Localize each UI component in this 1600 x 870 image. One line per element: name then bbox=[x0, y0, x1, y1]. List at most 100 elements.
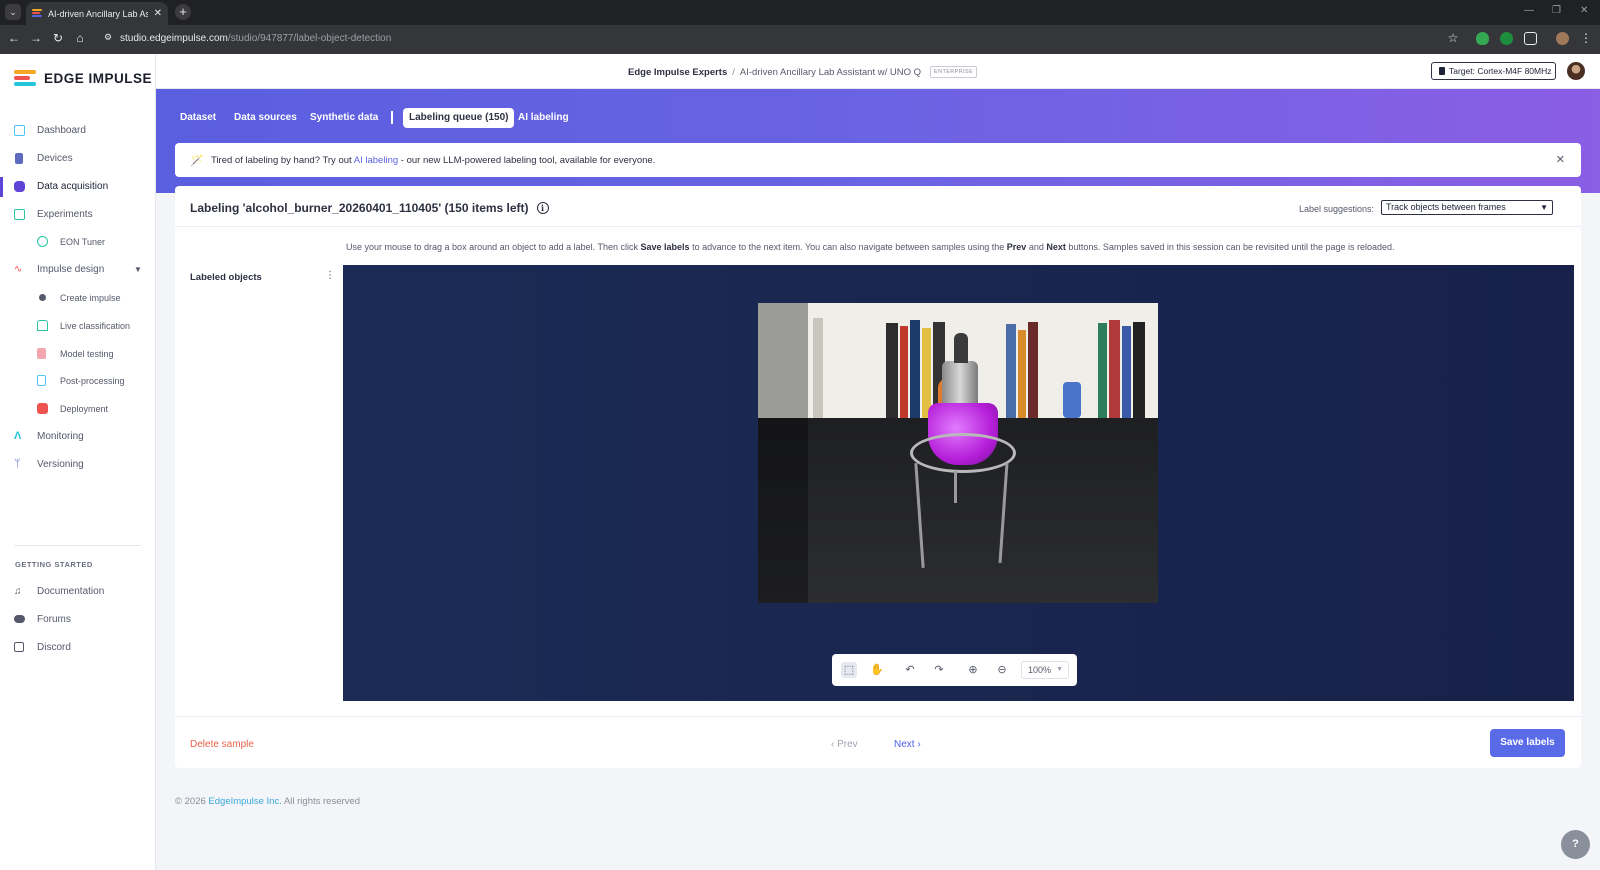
sidebar-item-label: Impulse design bbox=[37, 264, 105, 275]
zoom-level-value: 100% bbox=[1028, 665, 1052, 675]
sidebar-item-monitoring[interactable]: Λ Monitoring bbox=[0, 427, 155, 447]
instructions-save: Save labels bbox=[640, 242, 690, 252]
breadcrumb: Edge Impulse Experts / AI-driven Ancilla… bbox=[628, 66, 978, 78]
bookmark-star-icon[interactable]: ☆ bbox=[1445, 31, 1461, 45]
home-icon[interactable]: ⌂ bbox=[72, 31, 88, 45]
more-options-icon[interactable]: ⋮ bbox=[325, 270, 335, 281]
sidebar-item-data-acquisition[interactable]: Data acquisition bbox=[0, 177, 155, 197]
address-bar[interactable]: studio.edgeimpulse.com/studio/947877/lab… bbox=[120, 33, 391, 44]
breadcrumb-org[interactable]: Edge Impulse Experts bbox=[628, 67, 727, 78]
footer-company-link[interactable]: EdgeImpulse Inc. bbox=[208, 796, 281, 807]
target-device-button[interactable]: Target: Cortex-M4F 80MHz bbox=[1431, 62, 1556, 80]
sidebar-item-model-testing[interactable]: Model testing bbox=[0, 344, 155, 364]
sidebar-item-label: Model testing bbox=[60, 349, 114, 359]
chevron-down-icon[interactable]: ▼ bbox=[134, 265, 142, 274]
sidebar-item-label: Devices bbox=[37, 153, 73, 164]
monitoring-icon: Λ bbox=[14, 430, 22, 442]
labeling-title-text: Labeling 'alcohol_burner_20260401_110405… bbox=[190, 201, 529, 215]
site-info-icon[interactable]: ⚙ bbox=[104, 32, 116, 44]
sidebar-item-label: Live classification bbox=[60, 321, 131, 331]
sidebar-item-experiments[interactable]: Experiments bbox=[0, 205, 155, 225]
forward-icon[interactable]: → bbox=[28, 31, 44, 45]
sample-image[interactable] bbox=[758, 303, 1158, 603]
new-tab-button[interactable]: + bbox=[175, 4, 191, 20]
prev-button[interactable]: ‹ Prev bbox=[831, 739, 858, 750]
close-window-icon[interactable]: ✕ bbox=[1580, 5, 1588, 16]
help-button[interactable]: ? bbox=[1561, 830, 1590, 859]
sidebar-item-label: Versioning bbox=[37, 459, 84, 470]
sidebar-item-create-impulse[interactable]: Create impulse bbox=[0, 288, 155, 308]
sidebar-item-versioning[interactable]: ᛘ Versioning bbox=[0, 455, 155, 475]
zoom-out-icon[interactable]: ⊖ bbox=[994, 662, 1010, 678]
labeling-canvas[interactable]: ⬚ ✋ ↶ ↷ ⊕ ⊖ 100% ▼ bbox=[343, 265, 1574, 701]
labeled-objects-heading: Labeled objects bbox=[190, 272, 262, 283]
close-banner-icon[interactable]: ✕ bbox=[1556, 153, 1565, 166]
tab-ai-labeling[interactable]: AI labeling bbox=[518, 108, 569, 128]
sidebar-link-discord[interactable]: Discord bbox=[0, 638, 155, 658]
magic-wand-icon: 🪄 bbox=[190, 155, 204, 167]
tuner-icon bbox=[37, 236, 48, 247]
edge-impulse-logo[interactable]: EDGE IMPULSE bbox=[14, 70, 152, 86]
breadcrumb-project[interactable]: AI-driven Ancillary Lab Assistant w/ UNO… bbox=[740, 67, 921, 78]
burner-wick bbox=[954, 333, 968, 363]
extensions-puzzle-icon[interactable] bbox=[1524, 32, 1537, 45]
sidebar-link-forums[interactable]: Forums bbox=[0, 610, 155, 630]
tab-data-sources[interactable]: Data sources bbox=[234, 108, 297, 128]
ai-labeling-banner: 🪄 Tired of labeling by hand? Try out AI … bbox=[175, 143, 1581, 177]
browser-tab[interactable]: AI-driven Ancillary Lab Assistant ✕ bbox=[26, 2, 168, 25]
edge-impulse-logo-icon bbox=[14, 70, 36, 86]
reload-icon[interactable]: ↻ bbox=[50, 31, 66, 45]
tab-dataset[interactable]: Dataset bbox=[180, 108, 216, 128]
discord-icon bbox=[14, 642, 24, 652]
save-labels-button[interactable]: Save labels bbox=[1490, 729, 1565, 757]
sidebar-item-dashboard[interactable]: Dashboard bbox=[0, 121, 155, 141]
draw-box-tool-icon[interactable]: ⬚ bbox=[841, 662, 857, 678]
undo-icon[interactable]: ↶ bbox=[902, 662, 918, 678]
labeling-instructions: Use your mouse to drag a box around an o… bbox=[346, 242, 1395, 252]
extension-shield-icon[interactable] bbox=[1476, 32, 1489, 45]
info-icon[interactable]: i bbox=[536, 202, 549, 214]
profile-avatar-icon[interactable] bbox=[1556, 32, 1569, 45]
tab-labeling-queue[interactable]: Labeling queue (150) bbox=[403, 108, 515, 128]
edge-impulse-favicon-icon bbox=[32, 8, 42, 19]
banner-text-after: - our new LLM-powered labeling tool, ava… bbox=[398, 155, 656, 166]
logo-text: EDGE IMPULSE bbox=[44, 70, 153, 86]
sidebar-item-live-classification[interactable]: Live classification bbox=[0, 316, 155, 336]
ai-labeling-link[interactable]: AI labeling bbox=[354, 155, 398, 166]
redo-icon[interactable]: ↷ bbox=[931, 662, 947, 678]
sidebar-item-devices[interactable]: Devices bbox=[0, 149, 155, 169]
back-icon[interactable]: ← bbox=[6, 31, 22, 45]
instructions-prev: Prev bbox=[1006, 242, 1027, 252]
restore-icon[interactable]: ❐ bbox=[1552, 5, 1561, 16]
next-button[interactable]: Next › bbox=[894, 739, 921, 750]
sidebar-item-eon-tuner[interactable]: EON Tuner bbox=[0, 232, 155, 252]
sidebar-item-label: Deployment bbox=[60, 404, 109, 414]
enterprise-badge: ENTERPRISE bbox=[930, 66, 978, 78]
user-avatar[interactable] bbox=[1567, 62, 1585, 80]
header-band: Dataset Data sources Synthetic data Labe… bbox=[156, 89, 1600, 193]
label-suggestions-select[interactable]: Track objects between frames ▼ bbox=[1381, 200, 1553, 215]
browser-toolbar: ← → ↻ ⌂ ⚙ studio.edgeimpulse.com/studio/… bbox=[0, 25, 1600, 54]
browser-menu-icon[interactable]: ⋮ bbox=[1578, 31, 1594, 45]
close-tab-icon[interactable]: ✕ bbox=[154, 8, 162, 19]
delete-sample-link[interactable]: Delete sample bbox=[190, 739, 254, 750]
instructions-text: and bbox=[1026, 242, 1047, 252]
target-label: Target: Cortex-M4F 80MHz bbox=[1449, 66, 1552, 76]
breadcrumb-separator: / bbox=[732, 66, 735, 78]
classification-icon bbox=[37, 320, 48, 331]
zoom-in-icon[interactable]: ⊕ bbox=[965, 662, 981, 678]
instructions-text: Use your mouse to drag a box around an o… bbox=[346, 242, 641, 252]
chevron-down-icon: ▼ bbox=[1056, 666, 1063, 673]
sidebar-item-post-processing[interactable]: Post-processing bbox=[0, 371, 155, 391]
postprocessing-icon bbox=[37, 375, 46, 386]
minimize-icon[interactable]: — bbox=[1524, 5, 1534, 16]
tab-search-icon[interactable]: ⌄ bbox=[5, 4, 21, 20]
divider bbox=[175, 226, 1581, 227]
sidebar-item-impulse-design[interactable]: ∿ Impulse design ▼ bbox=[0, 260, 155, 280]
extension-grammarly-icon[interactable] bbox=[1500, 32, 1513, 45]
zoom-level-select[interactable]: 100% ▼ bbox=[1021, 661, 1069, 679]
tab-synthetic-data[interactable]: Synthetic data bbox=[310, 108, 378, 128]
sidebar-item-deployment[interactable]: Deployment bbox=[0, 399, 155, 419]
pan-hand-icon[interactable]: ✋ bbox=[869, 662, 885, 678]
sidebar-link-documentation[interactable]: ♫ Documentation bbox=[0, 582, 155, 602]
